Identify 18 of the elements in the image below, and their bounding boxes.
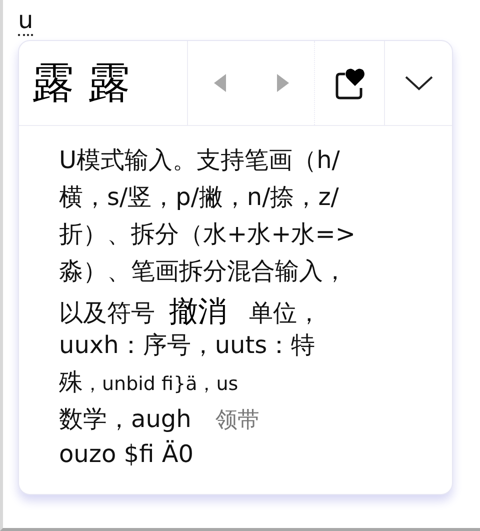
chevron-down-icon[interactable] xyxy=(404,75,434,91)
description-text: 横，s/竖，p/撇，n/捺，z/ xyxy=(59,182,339,213)
description-text: ，unbid fi}ä，us xyxy=(83,372,238,397)
description-text: 单位， xyxy=(249,298,321,329)
description-text: U模式输入。支持笔画（h/ xyxy=(59,145,340,176)
description-text: 殊 xyxy=(59,367,83,398)
description-text: 数学，augh xyxy=(59,404,192,435)
symbol-candidate: 撤消 xyxy=(169,293,227,330)
hint-text: 领带 xyxy=(215,407,260,435)
description-text: 淼）、笔画拆分混合输入， xyxy=(59,256,347,287)
candidate[interactable]: 露 xyxy=(88,55,130,111)
composition-text: u xyxy=(18,6,34,36)
description-text: uuxh：序号，uuts：特 xyxy=(59,330,316,361)
description-text: 折）、拆分（水+水+水=> xyxy=(59,219,356,250)
description-text: ouzo $fi Ä0 xyxy=(59,440,194,468)
favorite-icon[interactable] xyxy=(334,66,364,100)
description-text: 以及符号 xyxy=(59,298,155,329)
candidate[interactable]: 露 xyxy=(32,55,74,111)
